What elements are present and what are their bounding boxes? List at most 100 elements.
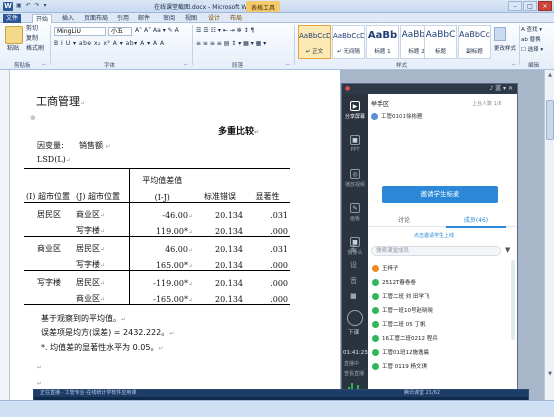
cut-button[interactable]: 剪切 [26,25,38,33]
scroll-up-icon[interactable]: ▲ [546,71,554,79]
group-label-styles: 样式 [396,63,408,69]
font-tools-row2[interactable]: B I U ▾ abe x₂ x² A ▾ ab▾ A ▾ A A [54,40,165,48]
tab-design[interactable]: 设计 [205,14,223,23]
clipboard-expander-icon[interactable]: ⌐ [42,61,46,69]
row-group-j: 居民区↵ [74,236,130,254]
change-styles-button[interactable]: 更改样式 [494,45,516,53]
member-search-input[interactable]: 搜索课堂成员 [371,246,501,256]
whiteboard-button[interactable]: ✎ 画板 [342,198,368,232]
paragraph-tools-row2[interactable]: ≡ ≡ ≡ ≡ ▤ ↕ ▾ ▦ ▾ ▦ ▾ [196,40,266,48]
table-cell [195,169,245,186]
header-std-error: 标准错误 [204,192,236,201]
avatar [372,265,379,272]
tab-insert[interactable]: 插入 [59,14,77,23]
music-icon[interactable]: 音 [350,276,357,286]
quick-access-toolbar[interactable]: ▣ ↶ ↷ ▾ [16,2,47,9]
end-class-icon[interactable] [347,310,363,326]
filter-icon[interactable]: ▼ [505,246,510,254]
close-button[interactable]: × [538,1,552,11]
replace-button[interactable]: ab 替换 [521,36,541,44]
style-subtitle[interactable]: AaBbCc 副标题 [458,25,491,59]
paragraph-expander-icon[interactable]: ⌐ [286,61,290,69]
minimize-button[interactable]: – [508,1,522,11]
avatar [371,113,378,120]
scroll-down-icon[interactable]: ▼ [546,370,554,378]
find-button[interactable]: A 查找 ▾ [521,26,542,34]
format-painter-button[interactable]: 格式刷 [26,45,44,53]
tab-members[interactable]: 成员(46) [446,216,506,228]
member-item[interactable]: 工管二班 刘 田学飞 [372,292,430,303]
row-mean-diff: -119.00*↵ [153,278,193,288]
member-item[interactable]: 工管01班12施逸晨 [372,348,429,359]
select-button[interactable]: ☐ 选择 ▾ [521,46,543,54]
panel-tabs: 讨论 成员(46) [368,216,517,228]
tab-references[interactable]: 引用 [114,14,132,23]
tab-home[interactable]: 开始 [32,14,53,23]
style-sample: AaBb [367,30,398,41]
row-mean-diff: -165.00*↵ [153,295,193,304]
maximize-button[interactable]: □ [523,1,537,11]
mic-icon[interactable]: 麦 [350,244,357,254]
tab-mailings[interactable]: 邮件 [135,14,153,23]
title-bar: W ▣ ↶ ↷ ▾ 在线课堂截图.docx - Microsoft Word 表… [0,0,554,13]
style-sample: AaBbC [425,30,456,40]
tab-page-layout[interactable]: 页面布局 [81,14,111,23]
style-name: 副标题 [466,49,483,55]
row-group-i: 居民区 [37,209,61,219]
font-tools-row1[interactable]: A˄ A˅ Aa ▾ ✎ A [135,27,179,35]
panel-header-icons[interactable]: ♪ 蓝 ▾ ✕ [489,84,513,94]
style-heading-1[interactable]: AaBb 标题 1 [366,25,399,59]
tab-review[interactable]: 审阅 [160,14,178,23]
paste-button[interactable]: 粘贴 [7,45,19,53]
tab-view[interactable]: 视图 [182,14,200,23]
play-video-button[interactable]: ◎ 播放视频 [342,164,368,198]
style-title[interactable]: AaBbC 标题 [424,25,457,59]
paragraph-tools-row1[interactable]: ☰ ☰ ☷ ▾ ⇤ ⇥ ✻ ↕ ¶ [196,27,254,35]
invite-students-button[interactable]: 邀请学生标麦 [382,186,498,203]
copy-button[interactable]: 复制 [26,35,38,43]
member-item[interactable]: 工管二班 05 丁帆 [372,320,426,331]
end-class-button[interactable]: 下课 [348,328,359,336]
share-screen-button[interactable]: ▶ 分享屏幕 [342,96,368,130]
tab-file[interactable]: 文件 [3,14,22,23]
row-group-i: 写字楼 [37,277,61,287]
context-tab-table-tools: 表格工具 [246,1,281,12]
paste-icon[interactable] [5,26,23,44]
row-significance: .000 [270,295,288,304]
word-app-icon[interactable]: W [3,2,13,11]
layout-icon[interactable]: ■ [350,292,357,300]
comparison-table[interactable]: 平均值差值 (I) 超市位置 (J) 超市位置 (I-J) 标准错误 显著性 居… [24,168,290,305]
style-no-spacing[interactable]: AaBbCcDd ↵ 无间隔 [332,25,365,59]
styles-expander-icon[interactable]: ⌐ [512,61,516,69]
style-normal[interactable]: AaBbCcDd ↵ 正文 [298,25,331,59]
font-name-box[interactable]: MingLiU [54,27,106,36]
ppt-button[interactable]: ■ PPT [342,130,368,164]
table-anchor-icon[interactable]: ⊕ [30,114,36,122]
row-group-j: 写字楼↵ [74,219,130,237]
tab-discussion[interactable]: 讨论 [374,216,434,226]
group-label-font: 字体 [104,63,116,69]
class-timer: 01:41:23 [343,350,368,356]
scrollbar-thumb[interactable] [546,100,554,140]
tab-layout[interactable]: 布局 [227,14,245,23]
member-list-scrollbar[interactable] [511,260,515,340]
note-significance: *. 均值差的显著性水平为 0.05。↵ [41,343,164,352]
member-item[interactable]: 工管 0119 杨文琪 [372,362,427,373]
share-screen-icon: ▶ [350,101,360,111]
font-expander-icon[interactable]: ⌐ [184,61,188,69]
view-live-link[interactable]: 查看直播 [344,370,364,377]
row-mean-diff: 165.00*↵ [155,261,193,270]
member-item[interactable]: 王梓子 [372,264,399,275]
live-status: 直播中 [344,361,360,367]
avatar [372,349,379,356]
change-styles-icon[interactable] [494,27,506,41]
font-size-box[interactable]: 小五 [108,27,132,36]
table-title: 多重比较↵ [218,127,260,137]
notice-text: 正在直播 · 工管专业·在线统计学软件应用课 [40,390,137,396]
document-scrollbar[interactable]: ▲ ▼ [544,70,554,400]
member-item[interactable]: 工管一班10号赵晓晓 [372,306,433,317]
member-item[interactable]: 16工管二班0212 程兵 [372,334,438,345]
member-item[interactable]: 2512T春卷卷 [372,278,416,289]
settings-icon[interactable]: 设 [350,260,357,270]
invite-online-link[interactable]: 点击邀请学生上线 [414,232,454,239]
